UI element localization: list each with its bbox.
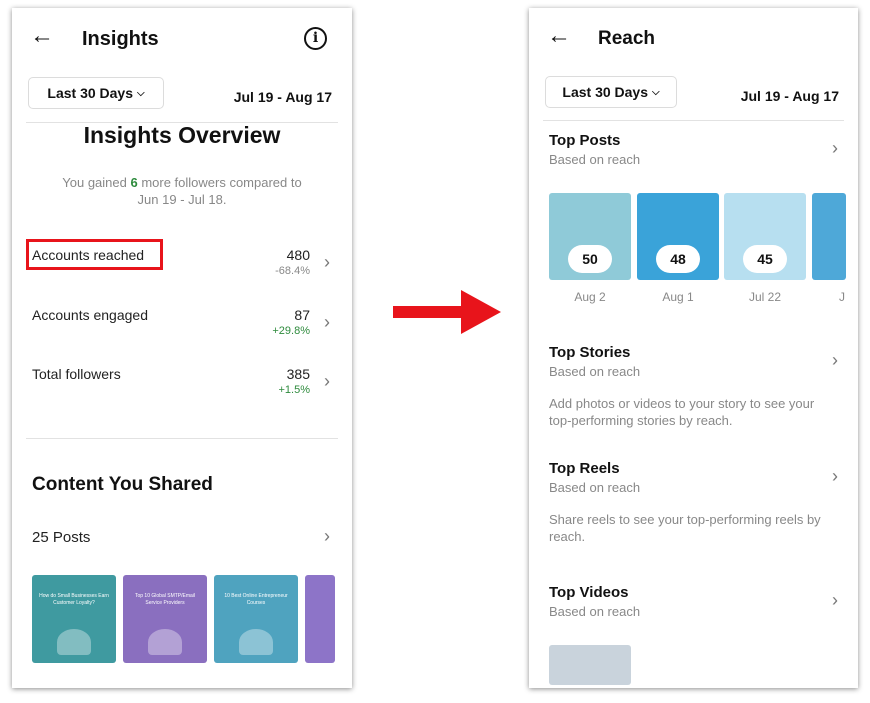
chevron-right-icon: › (324, 526, 330, 546)
reach-count: 45 (743, 245, 787, 273)
top-post-thumbnail[interactable]: 48 (637, 193, 719, 280)
followers-gain-text: You gained 6 more followers compared to … (62, 175, 302, 207)
post-thumbnail[interactable]: How do Small Businesses Earn Customer Lo… (32, 575, 116, 663)
date-range: Jul 19 - Aug 17 (740, 88, 839, 104)
chevron-right-icon: › (324, 371, 330, 391)
stories-empty-text: Add photos or videos to your story to se… (549, 396, 815, 428)
post-thumbnail[interactable]: 10 Best Online Entrepreneur Courses (214, 575, 298, 663)
top-stories-header[interactable]: Top Stories Based on reach › (529, 342, 858, 386)
back-arrow-icon[interactable]: ← (547, 22, 571, 50)
gain-count: 6 (130, 175, 138, 190)
divider (543, 120, 844, 121)
dropdown-label: Last 30 Days (562, 84, 648, 100)
top-post-thumbnail[interactable] (812, 193, 846, 280)
divider (26, 438, 338, 439)
chevron-right-icon: › (324, 252, 330, 272)
reach-screen: ← Reach Last 30 Days ⌵ Jul 19 - Aug 17 T… (529, 8, 858, 688)
post-date: Jul 22 (748, 290, 782, 304)
date-range-dropdown[interactable]: Last 30 Days ⌵ (545, 76, 677, 108)
post-date: Aug 2 (574, 290, 606, 304)
red-arrow-icon (393, 290, 501, 334)
metric-total-followers[interactable]: Total followers 385 +1.5% › (12, 363, 352, 403)
page-title: Reach (598, 28, 656, 49)
post-date: Aug 1 (662, 290, 694, 304)
reels-empty-text: Share reels to see your top-performing r… (549, 512, 821, 544)
chevron-right-icon: › (832, 350, 838, 370)
top-video-thumbnail[interactable] (549, 645, 631, 685)
post-thumbnail[interactable] (305, 575, 335, 663)
back-arrow-icon[interactable]: ← (30, 22, 54, 50)
top-post-thumbnail[interactable]: 50 (549, 193, 631, 280)
chevron-down-icon: ⌵ (137, 87, 145, 99)
post-thumbnail[interactable]: Top 10 Global SMTP/Email Service Provide… (123, 575, 207, 663)
top-post-thumbnail[interactable]: 45 (724, 193, 806, 280)
chevron-right-icon: › (832, 590, 838, 610)
page-title: Insights (82, 28, 159, 50)
reach-count: 50 (568, 245, 612, 273)
overview-title: Insights Overview (83, 122, 281, 148)
content-title: Content You Shared (32, 474, 213, 495)
chevron-right-icon: › (832, 138, 838, 158)
chevron-right-icon: › (832, 466, 838, 486)
reach-count: 48 (656, 245, 700, 273)
metric-accounts-reached[interactable]: Accounts reached 480 -68.4% › (12, 244, 352, 284)
top-videos-header[interactable]: Top Videos Based on reach › (529, 582, 858, 626)
info-icon[interactable]: i (304, 27, 327, 50)
chevron-down-icon: ⌵ (652, 86, 660, 98)
top-posts-header[interactable]: Top Posts Based on reach › (529, 130, 858, 174)
post-date: J (839, 290, 845, 304)
dropdown-label: Last 30 Days (47, 85, 133, 101)
chevron-right-icon: › (324, 312, 330, 332)
date-range-dropdown[interactable]: Last 30 Days ⌵ (28, 77, 164, 109)
date-range: Jul 19 - Aug 17 (233, 89, 332, 105)
posts-row[interactable]: 25 Posts › (12, 524, 352, 554)
insights-screen: ← Insights i Last 30 Days ⌵ Jul 19 - Aug… (12, 8, 352, 688)
top-reels-header[interactable]: Top Reels Based on reach › (529, 458, 858, 502)
metric-accounts-engaged[interactable]: Accounts engaged 87 +29.8% › (12, 304, 352, 344)
